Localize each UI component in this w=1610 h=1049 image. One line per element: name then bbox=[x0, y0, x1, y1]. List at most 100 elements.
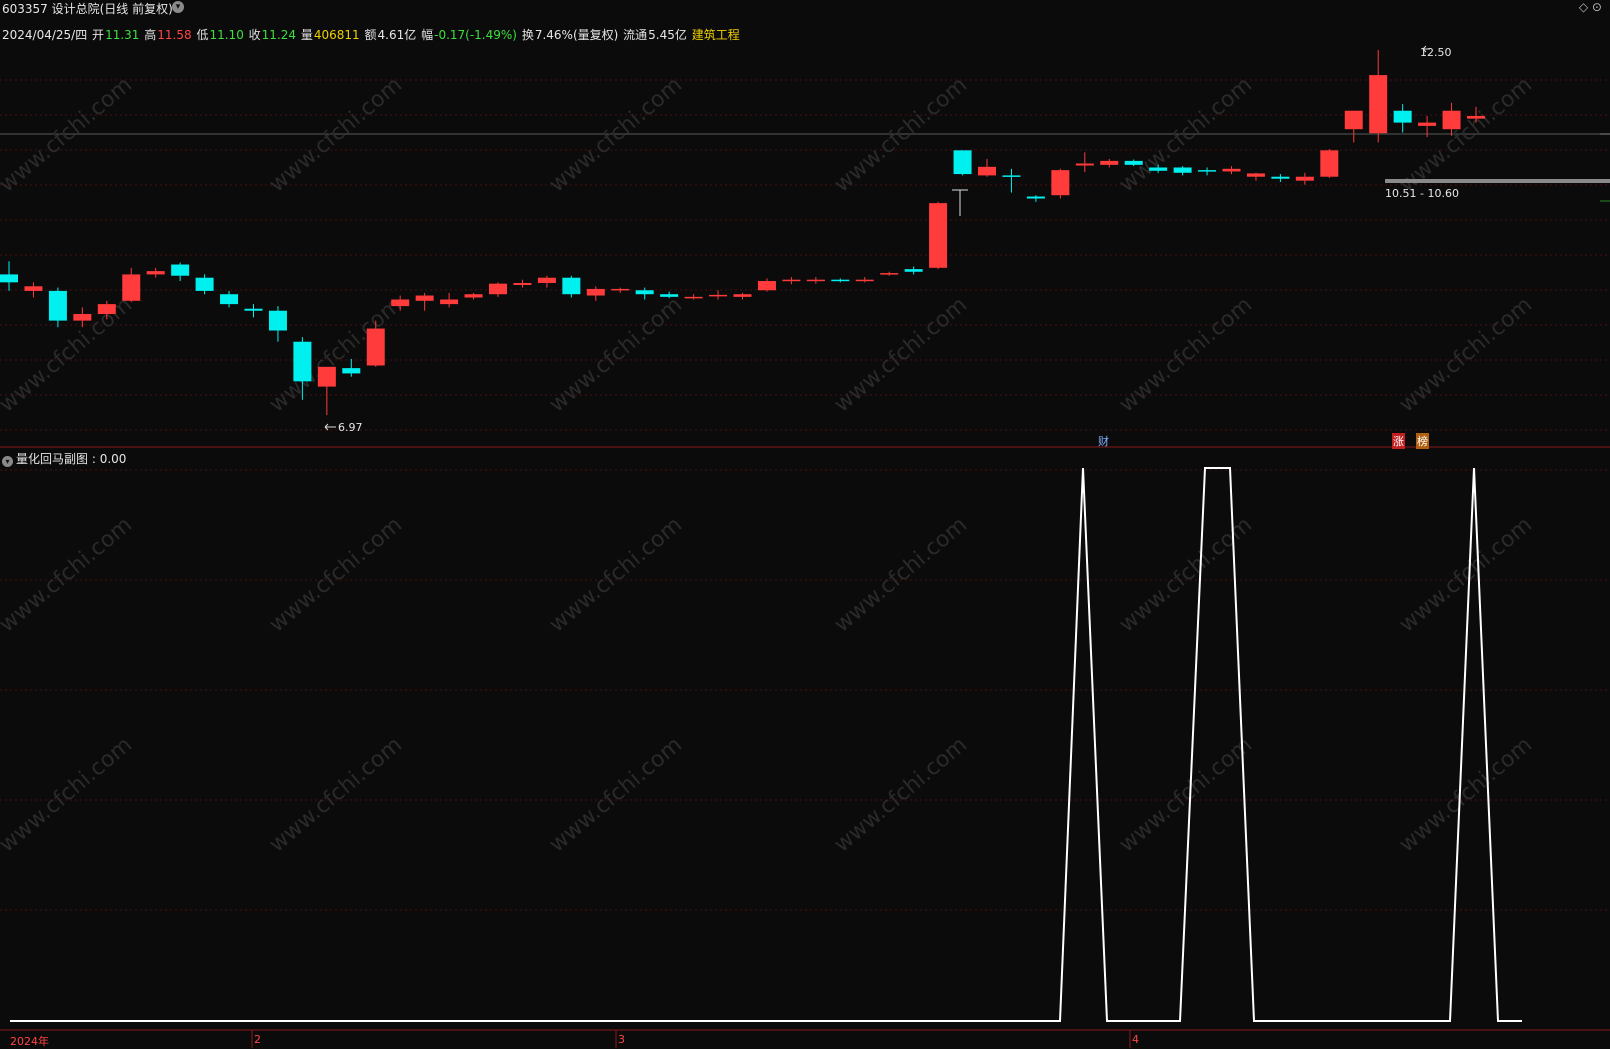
candle-body bbox=[1467, 116, 1485, 119]
indicator-value: : 0.00 bbox=[91, 452, 127, 466]
chevron-down-icon[interactable]: ▾ bbox=[2, 456, 13, 467]
indicator-line bbox=[10, 467, 1522, 1022]
chart-canvas[interactable]: www.cfchi.com www.cfchi.com www.cfchi.com w… bbox=[0, 0, 1610, 1048]
candle-body bbox=[1198, 170, 1217, 172]
watermark: www.cfchi.com bbox=[0, 72, 137, 197]
watermark: www.cfchi.com bbox=[265, 72, 407, 197]
indicator-name: 量化回马副图 bbox=[16, 452, 89, 466]
candle-body bbox=[904, 269, 923, 272]
candle-body bbox=[342, 368, 361, 374]
candle-body bbox=[293, 341, 312, 382]
limit-up-badge[interactable]: 涨 bbox=[1392, 433, 1405, 449]
finance-badge[interactable]: 财 bbox=[1098, 433, 1109, 449]
candle-body bbox=[489, 283, 507, 295]
candle-body bbox=[709, 294, 728, 297]
watermark: www.cfchi.com bbox=[1395, 72, 1537, 197]
candle-body bbox=[268, 310, 287, 331]
candle-body bbox=[1075, 163, 1094, 166]
candle-body bbox=[562, 277, 581, 295]
candle-body bbox=[953, 150, 972, 175]
candle-body bbox=[220, 294, 239, 305]
candle-body bbox=[757, 281, 776, 291]
candle-body bbox=[1026, 196, 1045, 199]
candle-body bbox=[73, 314, 92, 321]
watermark: www.cfchi.com bbox=[0, 292, 137, 417]
range-bar bbox=[1385, 179, 1610, 183]
candle-body bbox=[1369, 75, 1388, 134]
candle-body bbox=[1418, 122, 1437, 126]
candle-body bbox=[537, 277, 556, 283]
candle-body bbox=[1344, 110, 1363, 130]
candle-body bbox=[1124, 160, 1143, 165]
candle-body bbox=[171, 264, 190, 276]
candle-body bbox=[1295, 176, 1314, 181]
watermark: www.cfchi.com bbox=[830, 72, 972, 197]
watermark: www.cfchi.com bbox=[0, 732, 137, 857]
xaxis-month-2: 2 bbox=[254, 1033, 261, 1046]
candle-body bbox=[1271, 176, 1290, 179]
candle-body bbox=[855, 279, 874, 282]
candle-body bbox=[1100, 160, 1119, 165]
candle-body bbox=[97, 304, 116, 315]
candle-body bbox=[586, 288, 605, 296]
candle-body bbox=[317, 366, 336, 387]
candle-body bbox=[391, 299, 410, 307]
candle-body bbox=[831, 279, 850, 282]
xaxis-month-4: 4 bbox=[1132, 1033, 1139, 1046]
candle-body bbox=[146, 271, 165, 275]
candle-body bbox=[244, 308, 263, 311]
watermark: www.cfchi.com bbox=[545, 512, 687, 637]
candle-body bbox=[929, 203, 948, 268]
candle-body bbox=[880, 273, 899, 275]
watermark: www.cfchi.com bbox=[1115, 292, 1257, 417]
candle-body bbox=[464, 294, 483, 298]
candle-body bbox=[0, 274, 18, 283]
candle-body bbox=[24, 286, 43, 291]
watermark: www.cfchi.com bbox=[545, 72, 687, 197]
candle-body bbox=[513, 282, 532, 285]
watermark: www.cfchi.com bbox=[830, 292, 972, 417]
candle-body bbox=[1149, 167, 1168, 171]
candle-body bbox=[782, 279, 801, 282]
watermark: www.cfchi.com bbox=[0, 512, 137, 637]
watermark: www.cfchi.com bbox=[265, 732, 407, 857]
high-marker-label: 12.50 bbox=[1420, 46, 1452, 59]
candle-body bbox=[415, 295, 434, 301]
low-marker-label: 6.97 bbox=[338, 421, 363, 434]
xaxis-month-3: 3 bbox=[618, 1033, 625, 1046]
watermark: www.cfchi.com bbox=[1115, 732, 1257, 857]
candle-body bbox=[440, 299, 459, 305]
candle-body bbox=[611, 288, 630, 291]
watermark: www.cfchi.com bbox=[1395, 292, 1537, 417]
candle-body bbox=[1442, 110, 1461, 130]
ranking-badge[interactable]: 榜 bbox=[1416, 433, 1429, 449]
candle-body bbox=[1051, 170, 1070, 196]
candle-body bbox=[1393, 110, 1412, 123]
candle-body bbox=[684, 296, 703, 299]
watermark: www.cfchi.com bbox=[265, 512, 407, 637]
watermark: www.cfchi.com bbox=[1115, 72, 1257, 197]
candle-body bbox=[48, 290, 67, 321]
candle-body bbox=[1320, 150, 1339, 177]
indicator-title: ▾ 量化回马副图 : 0.00 bbox=[2, 450, 126, 467]
watermark: www.cfchi.com bbox=[1395, 732, 1537, 857]
candle-body bbox=[806, 279, 825, 282]
xaxis-year: 2024年 bbox=[10, 1035, 49, 1048]
candle-body bbox=[1002, 175, 1021, 177]
candle-body bbox=[1222, 168, 1241, 172]
watermark: www.cfchi.com bbox=[830, 732, 972, 857]
range-marker-label: 10.51 - 10.60 bbox=[1385, 187, 1459, 200]
candle-body bbox=[122, 274, 141, 301]
watermark: www.cfchi.com bbox=[545, 292, 687, 417]
arrow-icon bbox=[324, 423, 336, 431]
candle-body bbox=[660, 294, 679, 297]
candle-body bbox=[978, 166, 996, 176]
candle-body bbox=[366, 328, 385, 366]
watermark: www.cfchi.com bbox=[545, 732, 687, 857]
watermark: www.cfchi.com bbox=[830, 512, 972, 637]
candle-body bbox=[195, 277, 214, 291]
candle-body bbox=[635, 290, 654, 295]
candle-body bbox=[1173, 167, 1192, 173]
candle-body bbox=[733, 294, 752, 297]
watermark: www.cfchi.com bbox=[1395, 512, 1537, 637]
